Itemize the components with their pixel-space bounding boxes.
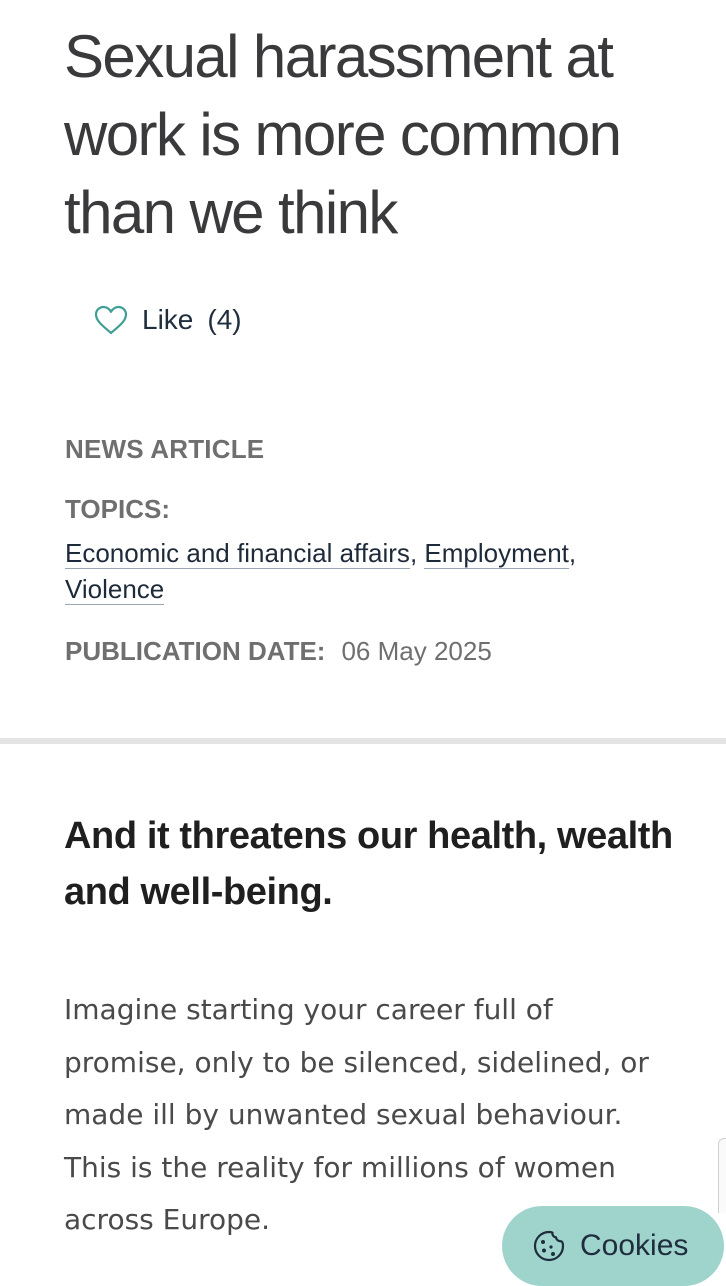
article-page: Sexual harassment at work is more common… [0, 0, 726, 1286]
topics-label: TOPICS: [65, 494, 170, 524]
like-label: Like [142, 304, 194, 335]
cookie-icon [532, 1229, 566, 1263]
topic-separator: , [409, 538, 418, 568]
topic-link-economic[interactable]: Economic and financial affairs [65, 538, 410, 569]
section-divider [0, 738, 726, 744]
heart-outline-icon [94, 305, 128, 335]
publication-date-value: 06 May 2025 [341, 636, 492, 666]
topic-link-violence[interactable]: Violence [65, 574, 165, 605]
cookies-button[interactable]: Cookies [502, 1206, 724, 1286]
side-panel-handle[interactable] [718, 1138, 726, 1213]
page-title: Sexual harassment at work is more common… [64, 23, 622, 246]
like-count: (4) [207, 304, 242, 335]
topics-list: Economic and financial affairs, Employme… [65, 535, 665, 607]
article-type: NEWS ARTICLE [65, 434, 265, 464]
topic-link-employment[interactable]: Employment [424, 538, 569, 569]
like-button[interactable]: Like (4) [94, 300, 242, 340]
topic-separator: , [568, 538, 577, 568]
cookies-label: Cookies [580, 1229, 689, 1262]
publication-date-label: PUBLICATION DATE: [65, 636, 326, 666]
publication-date-row: PUBLICATION DATE: 06 May 2025 [65, 636, 492, 667]
article-subheading: And it threatens our health, wealth and … [64, 815, 673, 913]
